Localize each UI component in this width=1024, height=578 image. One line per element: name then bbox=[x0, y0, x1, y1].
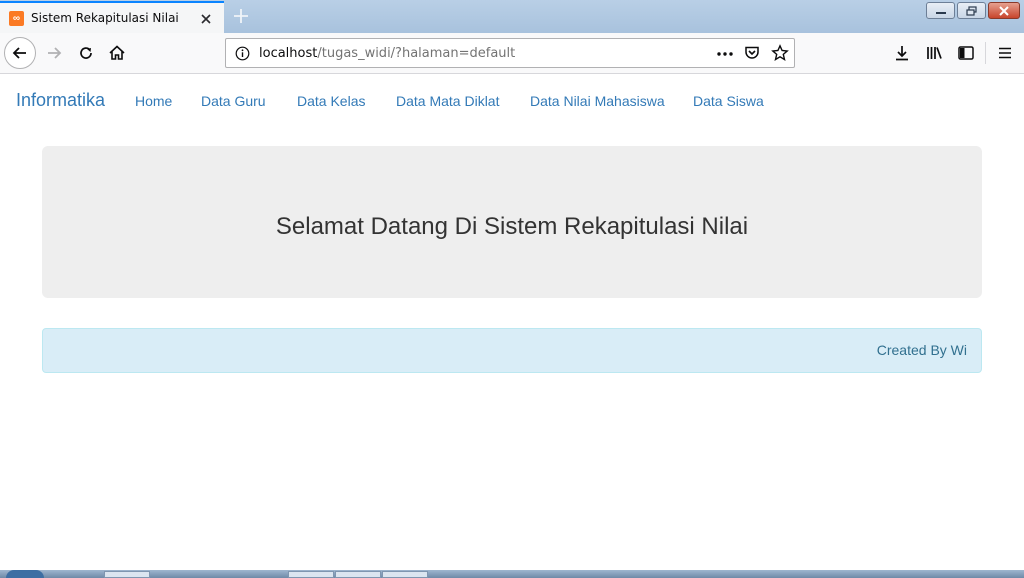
menu-button[interactable] bbox=[993, 41, 1017, 65]
sidebar-icon bbox=[958, 46, 974, 60]
library-icon bbox=[927, 47, 942, 59]
back-button[interactable] bbox=[4, 37, 36, 69]
more-icon[interactable] bbox=[716, 47, 734, 61]
taskbar-item[interactable] bbox=[288, 571, 334, 578]
minimize-button[interactable] bbox=[926, 2, 955, 19]
window-controls bbox=[926, 2, 1020, 19]
browser-toolbar: localhost/tugas_widi/?halaman=default bbox=[0, 33, 1024, 74]
taskbar-item[interactable] bbox=[104, 571, 150, 578]
restore-icon bbox=[965, 5, 977, 16]
close-icon bbox=[999, 5, 1009, 16]
site-navbar: Informatika Home Data Guru Data Kelas Da… bbox=[0, 74, 1024, 126]
footer-alert: Created By Wi bbox=[42, 328, 982, 373]
url-bar[interactable]: localhost/tugas_widi/?halaman=default bbox=[225, 38, 795, 68]
download-button[interactable] bbox=[890, 41, 914, 65]
browser-tab[interactable]: ∞ Sistem Rekapitulasi Nilai bbox=[0, 1, 224, 33]
download-icon bbox=[896, 46, 908, 61]
home-button[interactable] bbox=[105, 41, 129, 65]
nav-link-data-siswa[interactable]: Data Siswa bbox=[693, 93, 764, 109]
bookmark-star-icon[interactable] bbox=[771, 44, 789, 62]
restore-button[interactable] bbox=[957, 2, 986, 19]
url-host: localhost bbox=[259, 46, 318, 61]
welcome-jumbotron: Selamat Datang Di Sistem Rekapitulasi Ni… bbox=[42, 146, 982, 298]
library-button[interactable] bbox=[922, 41, 946, 65]
forward-icon bbox=[48, 47, 62, 59]
url-path: /tugas_widi/?halaman=default bbox=[317, 46, 516, 61]
nav-link-data-mata-diklat[interactable]: Data Mata Diklat bbox=[396, 93, 499, 109]
url-text[interactable]: localhost/tugas_widi/?halaman=default bbox=[259, 46, 515, 61]
sidebar-button[interactable] bbox=[954, 41, 978, 65]
browser-titlebar: ∞ Sistem Rekapitulasi Nilai bbox=[0, 0, 1024, 33]
info-icon[interactable] bbox=[235, 46, 250, 61]
brand-link[interactable]: Informatika bbox=[16, 90, 105, 111]
nav-link-data-guru[interactable]: Data Guru bbox=[201, 93, 266, 109]
home-icon bbox=[109, 45, 125, 60]
nav-link-home[interactable]: Home bbox=[135, 93, 172, 109]
toolbar-divider bbox=[985, 42, 986, 64]
start-button[interactable] bbox=[6, 570, 44, 578]
taskbar-item[interactable] bbox=[335, 571, 381, 578]
taskbar-item[interactable] bbox=[382, 571, 428, 578]
os-taskbar bbox=[0, 570, 1024, 578]
window-close-button[interactable] bbox=[988, 2, 1020, 19]
nav-link-data-nilai-mahasiswa[interactable]: Data Nilai Mahasiswa bbox=[530, 93, 665, 109]
forward-button[interactable] bbox=[42, 41, 66, 65]
footer-credit: Created By Wi bbox=[876, 342, 967, 358]
welcome-heading: Selamat Datang Di Sistem Rekapitulasi Ni… bbox=[275, 213, 749, 240]
menu-icon bbox=[999, 47, 1011, 59]
back-icon bbox=[12, 47, 26, 59]
nav-link-data-kelas[interactable]: Data Kelas bbox=[297, 93, 365, 109]
close-icon[interactable] bbox=[199, 12, 213, 26]
tab-title: Sistem Rekapitulasi Nilai bbox=[31, 11, 179, 25]
xampp-favicon-icon: ∞ bbox=[9, 11, 24, 26]
plus-icon[interactable] bbox=[232, 7, 250, 25]
pocket-icon[interactable] bbox=[744, 45, 760, 61]
reload-button[interactable] bbox=[74, 41, 98, 65]
minimize-icon bbox=[935, 11, 946, 14]
reload-icon bbox=[80, 47, 92, 59]
